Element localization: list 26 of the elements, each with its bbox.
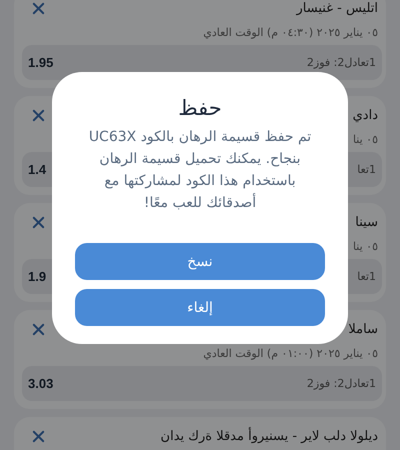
match-date: ٠٥ ينا <box>352 240 378 253</box>
dialog-message: تم حفظ قسيمة الرهان بالكود UC63X بنجاح. يمكنك تحميل قسيمة الرهان باستخدام هذا الكود لمشاركتها مع أصدقائك للعب معًا! <box>88 128 312 213</box>
bet-selection: 1تعادل2: فوز2 <box>306 377 376 390</box>
bet-selection: 1تعا <box>357 163 376 176</box>
cancel-button[interactable]: إلغاء <box>75 289 325 326</box>
match-title: اتليس - غنيسار <box>296 1 378 16</box>
match-date: ٠٥ ينا <box>352 133 378 146</box>
bet-selection: 1تعا <box>357 270 376 283</box>
match-title: دادي <box>352 108 378 123</box>
odds-value: 3.03 <box>28 376 54 391</box>
close-icon[interactable] <box>32 2 45 15</box>
close-icon[interactable] <box>32 430 45 443</box>
odds-value: 1.9 <box>28 269 46 284</box>
dialog-title: حفظ <box>178 96 222 120</box>
match-title: سينا <box>355 215 378 230</box>
match-date: ٠٥ يناير ٢٠٢٥ (٠١:٠٠ م) الوقت العادي <box>203 347 378 360</box>
copy-button[interactable]: نسخ <box>75 243 325 280</box>
close-icon[interactable] <box>32 323 45 336</box>
odds-value: 1.95 <box>28 55 54 70</box>
bet-selection: 1تعادل2: فوز2 <box>306 56 376 69</box>
odds-value: 1.4 <box>28 162 46 177</box>
match-date: ٠٥ يناير ٢٠٢٥ (٠٤:٣٠ م) الوقت العادي <box>203 26 378 39</box>
close-icon[interactable] <box>32 216 45 229</box>
close-icon[interactable] <box>32 109 45 122</box>
match-title: ساملا <box>348 322 378 337</box>
match-title: ديلولا دلب لاير - يسنيروأ مدقلا ةرك يدان <box>160 429 378 444</box>
